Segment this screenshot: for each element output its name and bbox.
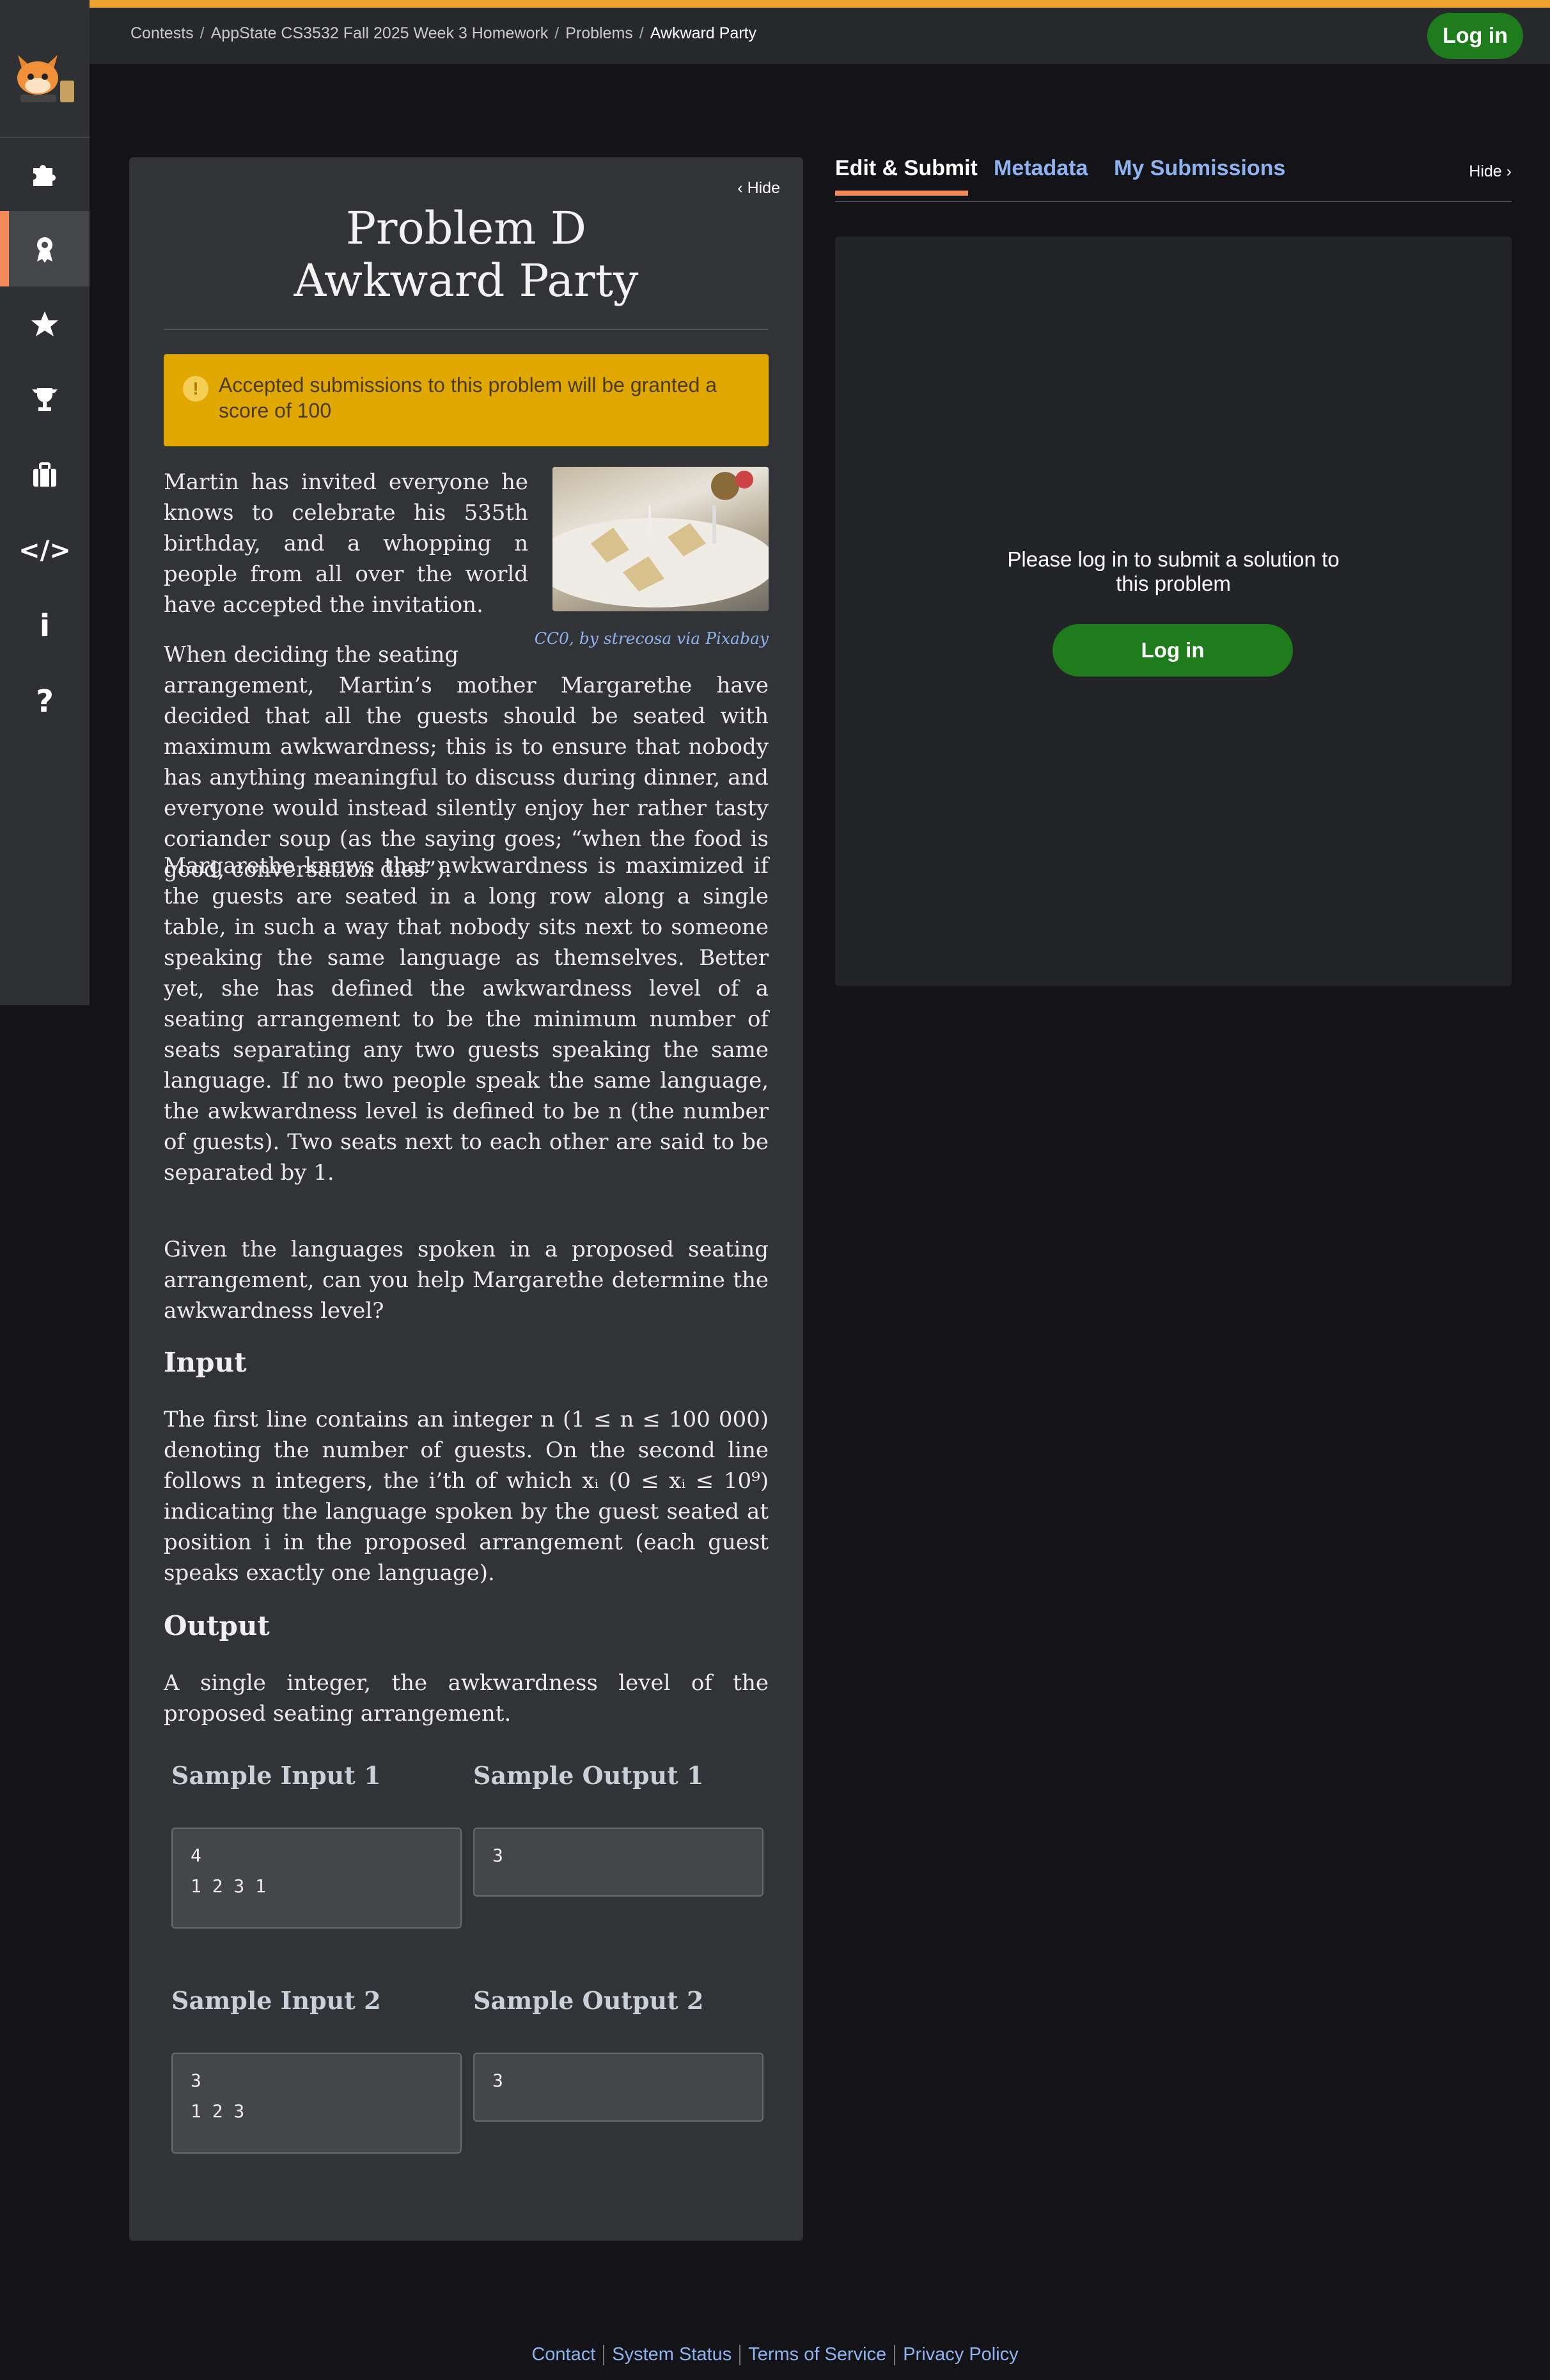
sidebar-item-contests[interactable]: [0, 211, 90, 286]
help-icon: ?: [36, 684, 54, 719]
submission-tabs: Edit & Submit Metadata My Submissions Hi…: [835, 153, 1512, 202]
sample-input-2-heading: Sample Input 2: [171, 1986, 381, 2015]
sample-output-2-heading: Sample Output 2: [473, 1986, 704, 2015]
statement-paragraph-2-lead: When deciding the seating: [164, 642, 459, 668]
chevron-left-icon: ‹: [737, 179, 748, 197]
sidebar-item-challenge[interactable]: [0, 362, 90, 437]
breadcrumb-separator: /: [639, 24, 644, 42]
score-alert: ! Accepted submissions to this problem w…: [164, 354, 769, 446]
sidebar-item-languages[interactable]: </>: [0, 513, 90, 588]
award-icon: [37, 237, 52, 263]
image-caption: CC0, by strecosa via Pixabay: [534, 629, 769, 648]
header-login-button[interactable]: Log in: [1427, 13, 1523, 59]
tab-metadata[interactable]: Metadata: [994, 156, 1088, 181]
sidebar-item-jobs[interactable]: [0, 437, 90, 513]
breadcrumb-separator: /: [554, 24, 560, 42]
submit-panel: Please log in to submit a solution to th…: [835, 237, 1512, 986]
tab-my-submissions[interactable]: My Submissions: [1114, 156, 1285, 181]
puzzle-icon: [33, 165, 56, 186]
star-icon: [31, 311, 58, 336]
briefcase-icon: [33, 462, 56, 487]
dinner-table-image: [552, 467, 769, 611]
problem-title: Problem D Awkward Party: [129, 202, 803, 307]
kattis-logo[interactable]: [10, 49, 79, 106]
footer-contact-link[interactable]: Contact: [531, 2344, 595, 2365]
active-tab-indicator: [835, 191, 968, 196]
statement-paragraph-4: Given the languages spoken in a proposed…: [164, 1237, 769, 1324]
submit-login-button[interactable]: Log in: [1053, 624, 1293, 677]
footer-separator: [894, 2345, 896, 2366]
problem-statement-panel: ‹ Hide Problem D Awkward Party ! Accepte…: [129, 157, 803, 2241]
code-icon: </>: [19, 536, 71, 565]
sample-input-1[interactable]: 4 1 2 3 1: [171, 1828, 462, 1929]
sidebar-item-problems[interactable]: [0, 136, 90, 211]
problem-letter: Problem D: [345, 202, 587, 254]
sidebar-item-help[interactable]: ?: [0, 664, 90, 739]
sidebar-item-ranklists[interactable]: [0, 286, 90, 362]
sample-output-2[interactable]: 3: [473, 2053, 763, 2122]
statement-paragraph-3: Margarethe knows that awkwardness is max…: [164, 853, 769, 1186]
sample-output-1-heading: Sample Output 1: [473, 1761, 704, 1790]
exclamation-icon: !: [183, 376, 208, 402]
breadcrumb-contests[interactable]: Contests: [130, 24, 194, 42]
breadcrumb: Contests / AppState CS3532 Fall 2025 Week …: [130, 24, 756, 43]
trophy-icon: [32, 388, 58, 411]
top-accent-stripe: [90, 0, 1550, 8]
footer-terms-link[interactable]: Terms of Service: [748, 2344, 886, 2365]
sidebar: </> i ?: [0, 0, 90, 1005]
title-divider: [164, 329, 769, 330]
breadcrumb-contest[interactable]: AppState CS3532 Fall 2025 Week 3 Homewor…: [211, 24, 549, 42]
sidebar-item-info[interactable]: i: [0, 588, 90, 664]
statement-paragraph-1: Martin has invited everyone he knows to …: [164, 469, 528, 618]
output-description: A single integer, the awkwardness level …: [164, 1670, 769, 1726]
hide-label: Hide: [1469, 162, 1502, 180]
breadcrumb-problems[interactable]: Problems: [565, 24, 633, 42]
output-heading: Output: [164, 1610, 270, 1641]
login-required-message: Please log in to submit a solution to th…: [835, 547, 1512, 596]
footer-separator: [739, 2345, 741, 2366]
top-bar: Contests / AppState CS3532 Fall 2025 Week …: [90, 8, 1550, 64]
footer: Contact System Status Terms of Service Priv…: [0, 2344, 1550, 2366]
breadcrumb-separator: /: [200, 24, 205, 42]
input-heading: Input: [164, 1347, 247, 1378]
footer-status-link[interactable]: System Status: [612, 2344, 732, 2365]
hide-submit-panel-button[interactable]: Hide ›: [1469, 162, 1512, 181]
hide-label: Hide: [747, 179, 780, 197]
tab-edit-submit[interactable]: Edit & Submit: [835, 156, 978, 181]
sample-output-1[interactable]: 3: [473, 1828, 763, 1897]
footer-separator: [603, 2345, 605, 2366]
alert-text: Accepted submissions to this problem wil…: [219, 373, 717, 422]
problem-name: Awkward Party: [294, 254, 639, 307]
chevron-right-icon: ›: [1501, 162, 1512, 180]
sample-input-1-heading: Sample Input 1: [171, 1761, 381, 1790]
sample-input-2[interactable]: 3 1 2 3: [171, 2053, 462, 2154]
info-icon: i: [39, 608, 51, 644]
footer-privacy-link[interactable]: Privacy Policy: [903, 2344, 1019, 2365]
input-description: The first line contains an integer n (1 …: [164, 1407, 769, 1586]
breadcrumb-current: Awkward Party: [650, 24, 756, 42]
hide-problem-button[interactable]: ‹ Hide: [737, 179, 780, 198]
login-message-text: Please log in to submit a solution to th…: [1007, 547, 1340, 595]
